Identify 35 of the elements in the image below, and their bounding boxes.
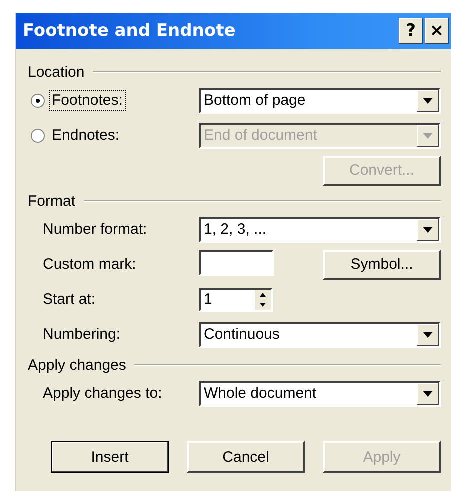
field-label: Start at: [43,291,96,308]
caret-down-icon [423,390,433,396]
section-heading: Format [28,192,76,210]
radio-label[interactable]: Footnotes: [49,90,126,111]
spin-down-icon[interactable] [255,300,271,310]
field-label: Custom mark: [43,256,136,273]
radio-button[interactable] [31,94,45,108]
field-label: Number format: [43,221,148,238]
dropdown-arrow-button[interactable] [417,90,439,112]
symbol-button[interactable]: Symbol... [323,250,441,280]
cancel-button[interactable]: Cancel [187,441,305,473]
dropdown[interactable]: Whole document [199,380,441,406]
section-heading: Location [28,64,85,80]
caret-down-icon [423,332,433,338]
field-label: Apply changes to: [43,385,162,402]
dropdown-arrow-button[interactable] [417,324,439,346]
dropdown[interactable]: 1, 2, 3, ... [199,216,441,242]
radio-button[interactable] [31,128,45,142]
caret-down-icon [423,132,433,138]
field-label: Numbering: [43,326,121,343]
close-button[interactable]: × [425,18,449,44]
spin-up-icon[interactable] [255,290,271,300]
window-title: Footnote and Endnote [23,21,236,41]
help-button[interactable]: ? [399,18,423,44]
dropdown-arrow-button[interactable] [417,218,439,240]
insert-button[interactable]: Insert [51,441,169,473]
dropdown[interactable]: Continuous [199,322,441,348]
radio-label[interactable]: Endnotes: [49,125,123,146]
spinner-field[interactable]: 1 [199,288,273,312]
input-field[interactable] [199,250,274,276]
dropdown[interactable]: Bottom of page [199,88,441,114]
dropdown-arrow-button[interactable] [417,382,439,404]
caret-down-icon [423,98,433,104]
caret-down-icon [423,226,433,232]
section-heading: Apply changes [28,356,126,374]
